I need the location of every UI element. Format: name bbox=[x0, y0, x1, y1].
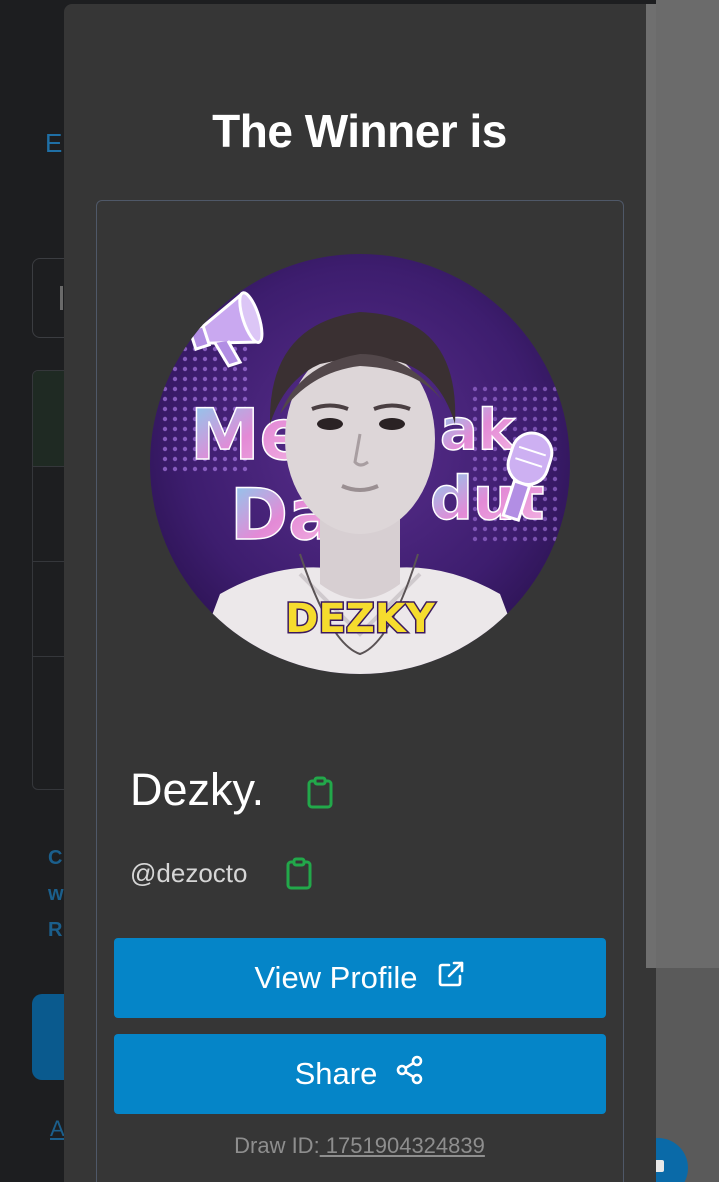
winner-display-name: Dezky. bbox=[130, 764, 265, 815]
background-letter: w bbox=[48, 883, 64, 905]
draw-id: Draw ID: 1751904324839 bbox=[0, 1133, 719, 1159]
draw-id-label: Draw ID: bbox=[234, 1133, 320, 1158]
share-button[interactable]: Share bbox=[114, 1034, 606, 1114]
winner-handle: @dezocto bbox=[130, 858, 248, 888]
background-text-fragment: C w R bbox=[48, 840, 64, 948]
draw-id-value[interactable]: 1751904324839 bbox=[320, 1133, 485, 1158]
background-letter: R bbox=[48, 919, 63, 941]
winner-avatar: Me ak Da dut DEZKY bbox=[150, 254, 570, 674]
avatar-caption: DEZKY bbox=[285, 596, 436, 642]
background-letter: C bbox=[48, 847, 63, 869]
external-link-icon bbox=[436, 959, 466, 997]
copy-icon[interactable] bbox=[285, 857, 313, 896]
share-icon bbox=[395, 1055, 425, 1093]
share-label: Share bbox=[294, 1056, 378, 1091]
view-profile-button[interactable]: View Profile bbox=[114, 938, 606, 1018]
copy-icon[interactable] bbox=[306, 776, 334, 815]
view-profile-label: View Profile bbox=[254, 960, 418, 995]
background-input-caret bbox=[60, 286, 63, 310]
modal-title: The Winner is bbox=[212, 105, 507, 157]
